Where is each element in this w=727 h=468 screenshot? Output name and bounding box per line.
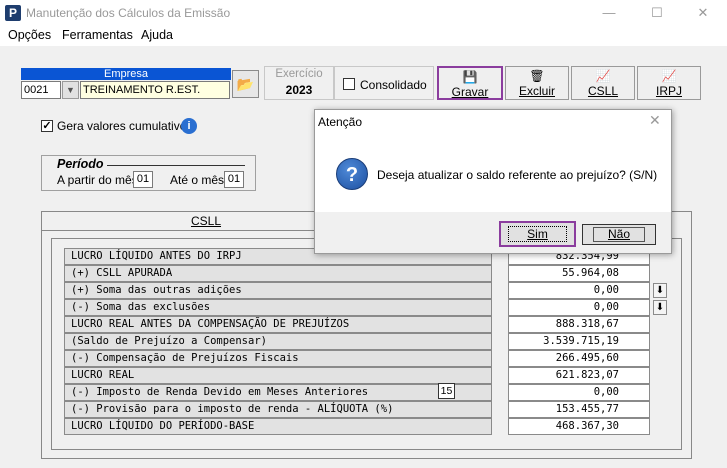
irpj-label: IRPJ bbox=[655, 84, 682, 98]
row-value[interactable]: 888.318,67 bbox=[508, 316, 650, 333]
question-icon: ? bbox=[336, 158, 368, 190]
row-value[interactable]: 55.964,08 bbox=[508, 265, 650, 282]
trash-icon: 🗑 bbox=[529, 69, 545, 83]
row-value[interactable]: 153.455,77 bbox=[508, 401, 650, 418]
folder-icon: 📂 bbox=[236, 76, 255, 92]
row-label: (Saldo de Prejuízo a Compensar) bbox=[64, 333, 492, 350]
exercicio-value: 2023 bbox=[285, 83, 313, 97]
nao-button[interactable]: Não bbox=[582, 224, 656, 245]
gravar-label: Gravar bbox=[451, 85, 489, 99]
gera-valores-label: Gera valores cumulativos bbox=[57, 119, 193, 133]
dialog-message: Deseja atualizar o saldo referente ao pr… bbox=[377, 168, 658, 182]
report-chart-icon: 📈 bbox=[595, 69, 611, 83]
menu-opcoes[interactable]: Opções bbox=[8, 28, 51, 42]
row-label: (-) Provisão para o imposto de renda - A… bbox=[64, 401, 492, 418]
gravar-button[interactable]: 💾 Gravar bbox=[437, 66, 503, 100]
save-icon: 💾 bbox=[462, 70, 478, 84]
menu-ferramentas[interactable]: Ferramentas bbox=[62, 28, 133, 42]
empresa-dropdown-button[interactable]: ▼ bbox=[62, 81, 79, 99]
dialog-close-icon[interactable]: ✕ bbox=[649, 112, 661, 129]
download-arrow-icon[interactable]: ⬇ bbox=[653, 283, 667, 298]
periodo-divider bbox=[107, 165, 245, 166]
maximize-button[interactable]: ☐ bbox=[634, 0, 680, 26]
dialog-title: Atenção bbox=[318, 115, 363, 129]
csll-button[interactable]: 📈 CSLL bbox=[571, 66, 635, 100]
row-label: LUCRO LÍQUIDO DO PERÍODO-BASE bbox=[64, 418, 492, 435]
empresa-code-input[interactable]: 0021 bbox=[21, 81, 61, 99]
row-value[interactable]: 0,00 bbox=[508, 384, 650, 401]
ate-label: Até o mês bbox=[170, 173, 225, 187]
row-label: (-) Compensação de Prejuízos Fiscais bbox=[64, 350, 492, 367]
month-input[interactable]: 15 bbox=[438, 383, 455, 399]
row-label: LUCRO REAL ANTES DA COMPENSAÇÃO DE PREJU… bbox=[64, 316, 492, 333]
open-folder-button[interactable]: 📂 bbox=[232, 70, 259, 98]
a-partir-label: A partir do mês bbox=[57, 173, 138, 187]
row-value[interactable]: 468.367,30 bbox=[508, 418, 650, 435]
csll-label: CSLL bbox=[587, 84, 619, 98]
menu-ajuda[interactable]: Ajuda bbox=[141, 28, 173, 42]
info-icon[interactable]: i bbox=[181, 118, 197, 134]
empresa-header: Empresa bbox=[21, 68, 231, 80]
exercicio-label: Exercício bbox=[275, 68, 323, 80]
ate-input[interactable]: 01 bbox=[224, 171, 244, 188]
row-label: (-) Soma das exclusões bbox=[64, 299, 492, 316]
row-label: (+) CSLL APURADA bbox=[64, 265, 492, 282]
row-value[interactable]: 0,00 bbox=[508, 282, 650, 299]
excluir-button[interactable]: 🗑 Excluir bbox=[505, 66, 569, 100]
row-value[interactable]: 621.823,07 bbox=[508, 367, 650, 384]
row-value[interactable]: 3.539.715,19 bbox=[508, 333, 650, 350]
window-title: Manutenção dos Cálculos da Emissão bbox=[26, 6, 231, 20]
periodo-title: Período bbox=[57, 157, 106, 171]
irpj-button[interactable]: 📈 IRPJ bbox=[637, 66, 701, 100]
nao-label: Não bbox=[592, 227, 645, 242]
sim-button[interactable]: Sim bbox=[499, 221, 576, 247]
row-value[interactable]: 266.495,60 bbox=[508, 350, 650, 367]
excluir-label: Excluir bbox=[518, 84, 555, 98]
row-value[interactable]: 0,00 bbox=[508, 299, 650, 316]
report-chart-icon: 📈 bbox=[661, 69, 677, 83]
row-label: (-) Imposto de Renda Devido em Meses Ant… bbox=[64, 384, 492, 401]
row-label: (+) Soma das outras adições bbox=[64, 282, 492, 299]
row-label: LUCRO REAL bbox=[64, 367, 492, 384]
gera-valores-checkbox[interactable]: ✓ bbox=[41, 120, 53, 132]
consolidado-checkbox[interactable] bbox=[343, 78, 355, 90]
close-button[interactable]: ✕ bbox=[680, 0, 726, 26]
minimize-button[interactable]: — bbox=[586, 0, 632, 26]
download-arrow-icon[interactable]: ⬇ bbox=[653, 300, 667, 315]
a-partir-input[interactable]: 01 bbox=[133, 171, 153, 188]
consolidado-label: Consolidado bbox=[360, 78, 427, 92]
empresa-name-field[interactable]: TREINAMENTO R.EST. bbox=[80, 81, 230, 99]
app-icon: P bbox=[5, 5, 21, 21]
sim-label: Sim bbox=[508, 226, 567, 242]
